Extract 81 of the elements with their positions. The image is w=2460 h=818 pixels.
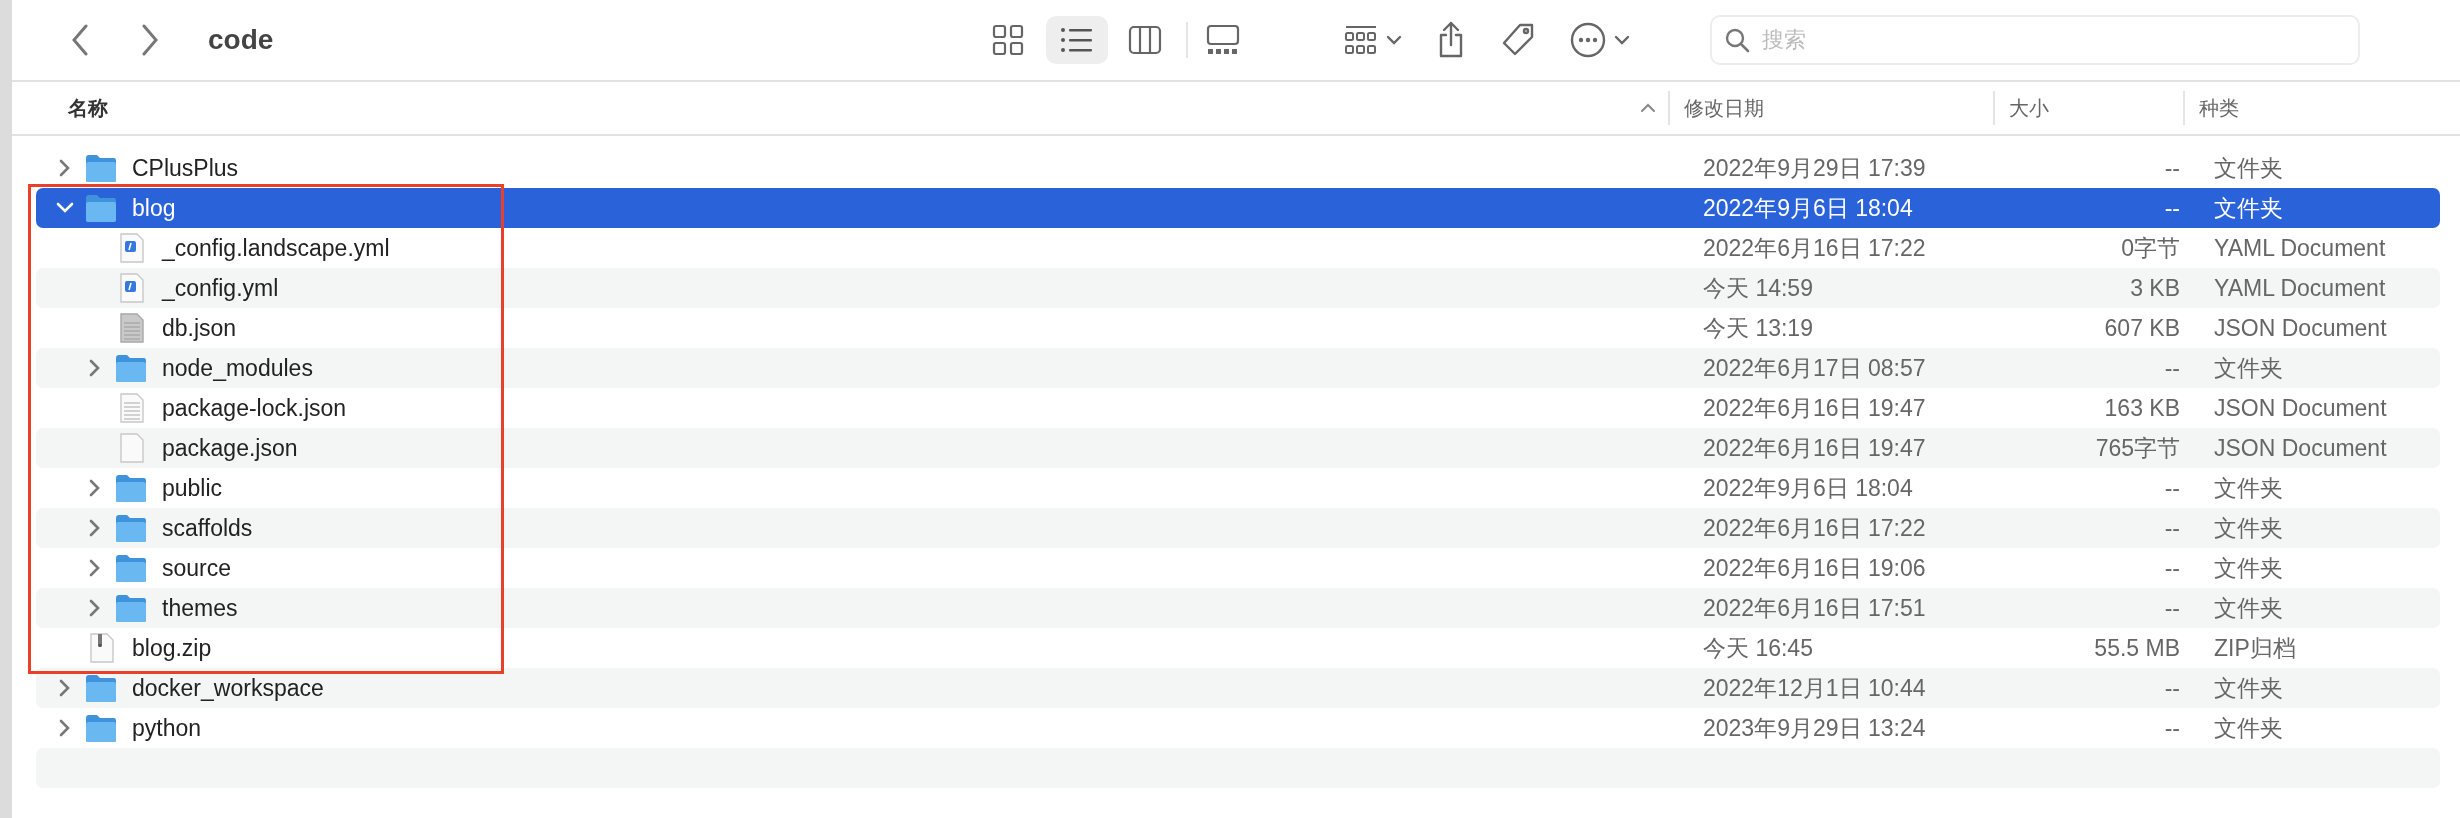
file-kind: JSON Document xyxy=(2213,314,2387,342)
column-header[interactable]: 种类 xyxy=(2199,94,2239,122)
file-kind: 文件夹 xyxy=(2213,673,2283,703)
modified-date: 2022年6月16日 19:06 xyxy=(1702,553,1927,583)
column-header[interactable]: 大小 xyxy=(2009,94,2049,122)
file-size: -- xyxy=(2163,154,2181,182)
file-row[interactable]: source 2022年6月16日 19:06 -- 文件夹 xyxy=(36,548,2440,588)
file-kind: YAML Document xyxy=(2213,234,2386,262)
file-size: 607 KB xyxy=(2103,314,2181,342)
file-kind: 文件夹 xyxy=(2213,593,2283,623)
column-header[interactable]: 修改日期 xyxy=(1684,94,1764,122)
file-size: -- xyxy=(2163,674,2181,702)
file-name: node_modules xyxy=(162,354,313,382)
file-row[interactable]: public 2022年9月6日 18:04 -- 文件夹 xyxy=(36,468,2440,508)
window-title: code xyxy=(208,24,275,56)
modified-date: 2022年6月16日 17:51 xyxy=(1702,593,1927,623)
file-row[interactable]: _config.yml 今天 14:59 3 KB YAML Document xyxy=(36,268,2440,308)
file-size: -- xyxy=(2163,594,2181,622)
file-kind: 文件夹 xyxy=(2213,513,2283,543)
file-size: -- xyxy=(2163,714,2181,742)
file-row[interactable]: package.json 2022年6月16日 19:47 765字节 JSON Document xyxy=(36,428,2440,468)
file-kind: YAML Document xyxy=(2213,274,2386,302)
file-kind: JSON Document xyxy=(2213,434,2387,462)
modified-date: 2022年6月17日 08:57 xyxy=(1702,353,1927,383)
file-name: scaffolds xyxy=(162,514,253,542)
file-name: blog xyxy=(132,194,176,222)
modified-date: 2022年9月6日 18:04 xyxy=(1702,473,1914,503)
file-name: themes xyxy=(162,594,238,622)
column-header[interactable]: 名称 xyxy=(68,94,108,122)
file-name: source xyxy=(162,554,232,582)
file-row[interactable]: db.json 今天 13:19 607 KB JSON Document xyxy=(36,308,2440,348)
file-size: 163 KB xyxy=(2103,394,2181,422)
file-name: python xyxy=(132,714,202,742)
file-name: package-lock.json xyxy=(162,394,347,422)
file-row[interactable]: scaffolds 2022年6月16日 17:22 -- 文件夹 xyxy=(36,508,2440,548)
file-kind: 文件夹 xyxy=(2213,193,2283,223)
file-size: 765字节 xyxy=(2094,433,2181,463)
modified-date: 2023年9月29日 13:24 xyxy=(1702,713,1927,743)
file-size: 55.5 MB xyxy=(2093,634,2181,662)
modified-date: 2022年6月16日 19:47 xyxy=(1702,393,1927,423)
file-name: public xyxy=(162,474,223,502)
search-field[interactable]: 搜索 xyxy=(1710,15,2360,65)
file-kind: 文件夹 xyxy=(2213,713,2283,743)
modified-date: 今天 13:19 xyxy=(1702,313,1814,343)
file-row[interactable]: themes 2022年6月16日 17:51 -- 文件夹 xyxy=(36,588,2440,628)
file-row[interactable]: docker_workspace 2022年12月1日 10:44 -- 文件夹 xyxy=(36,668,2440,708)
file-name: _config.landscape.yml xyxy=(162,234,390,262)
modified-date: 今天 16:45 xyxy=(1702,633,1814,663)
file-name: db.json xyxy=(162,314,237,342)
file-size: -- xyxy=(2163,474,2181,502)
file-kind: 文件夹 xyxy=(2213,353,2283,383)
file-kind: 文件夹 xyxy=(2213,553,2283,583)
file-name: CPlusPlus xyxy=(132,154,239,182)
file-row[interactable]: python 2023年9月29日 13:24 -- 文件夹 xyxy=(36,708,2440,748)
file-row[interactable]: node_modules 2022年6月17日 08:57 -- 文件夹 xyxy=(36,348,2440,388)
file-row[interactable]: _config.landscape.yml 2022年6月16日 17:22 0字节 YAML Document xyxy=(36,228,2440,268)
file-row[interactable]: blog.zip 今天 16:45 55.5 MB ZIP归档 xyxy=(36,628,2440,668)
file-size: 3 KB xyxy=(2129,274,2181,302)
file-name: blog.zip xyxy=(132,634,212,662)
file-row[interactable]: CPlusPlus 2022年9月29日 17:39 -- 文件夹 xyxy=(36,148,2440,188)
modified-date: 2022年6月16日 19:47 xyxy=(1702,433,1927,463)
file-size: -- xyxy=(2163,514,2181,542)
modified-date: 2022年9月6日 18:04 xyxy=(1702,193,1914,223)
modified-date: 2022年6月16日 17:22 xyxy=(1702,513,1927,543)
modified-date: 今天 14:59 xyxy=(1702,273,1814,303)
file-row[interactable]: blog 2022年9月6日 18:04 -- 文件夹 xyxy=(36,188,2440,228)
file-row[interactable]: package-lock.json 2022年6月16日 19:47 163 KB JSON Document xyxy=(36,388,2440,428)
file-size: -- xyxy=(2163,554,2181,582)
modified-date: 2022年12月1日 10:44 xyxy=(1702,673,1927,703)
file-name: _config.yml xyxy=(162,274,279,302)
modified-date: 2022年6月16日 17:22 xyxy=(1702,233,1927,263)
modified-date: 2022年9月29日 17:39 xyxy=(1702,153,1927,183)
file-size: 0字节 xyxy=(2120,233,2181,263)
file-kind: 文件夹 xyxy=(2213,473,2283,503)
file-name: docker_workspace xyxy=(132,674,324,702)
file-kind: 文件夹 xyxy=(2213,153,2283,183)
file-name: package.json xyxy=(162,434,298,462)
file-size: -- xyxy=(2163,194,2181,222)
file-kind: JSON Document xyxy=(2213,394,2387,422)
file-kind: ZIP归档 xyxy=(2213,633,2296,663)
file-size: -- xyxy=(2163,354,2181,382)
